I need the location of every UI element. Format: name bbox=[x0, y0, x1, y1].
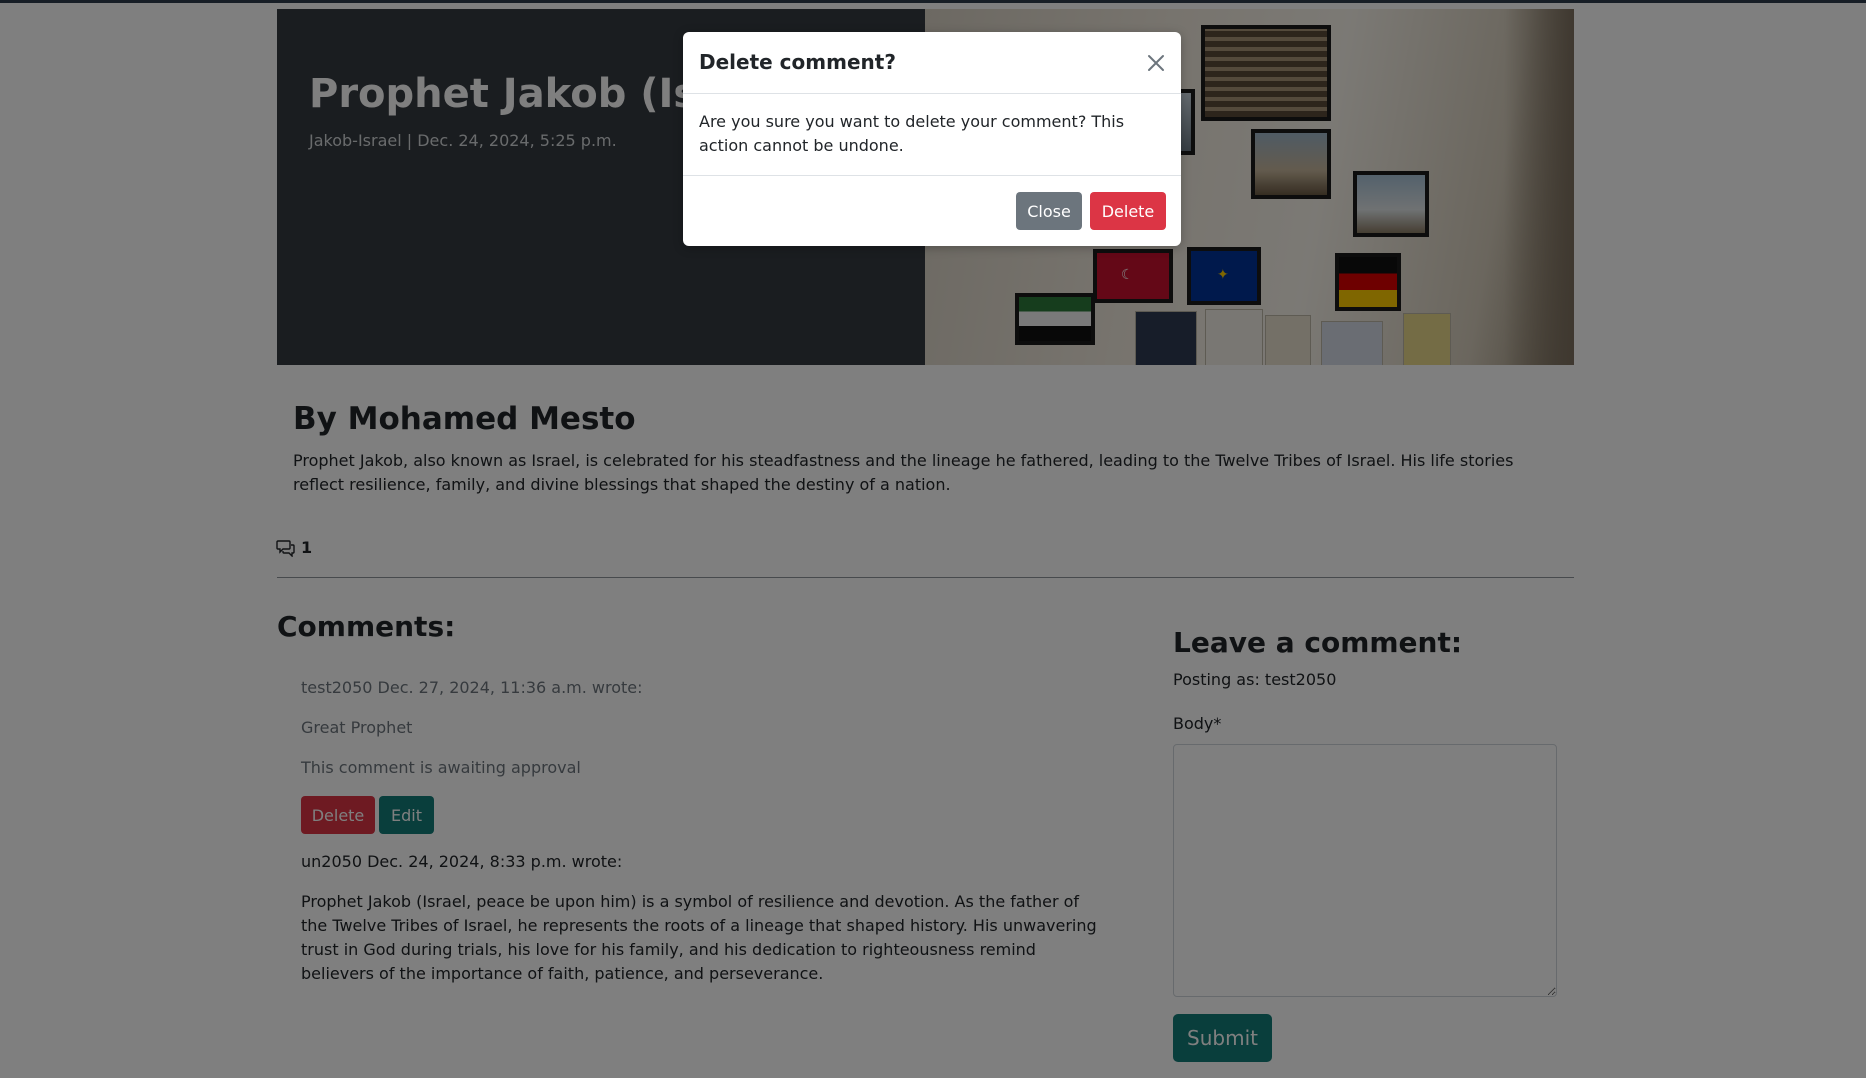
delete-comment-modal: Delete comment? Are you sure you want to… bbox=[683, 32, 1181, 246]
modal-delete-button[interactable]: Delete bbox=[1090, 192, 1166, 230]
modal-header: Delete comment? bbox=[683, 32, 1181, 94]
modal-close-button[interactable]: Close bbox=[1016, 192, 1082, 230]
close-icon[interactable] bbox=[1145, 52, 1167, 74]
modal-title: Delete comment? bbox=[699, 50, 896, 74]
modal-footer-divider bbox=[683, 175, 1181, 176]
modal-body-text: Are you sure you want to delete your com… bbox=[699, 112, 1125, 155]
